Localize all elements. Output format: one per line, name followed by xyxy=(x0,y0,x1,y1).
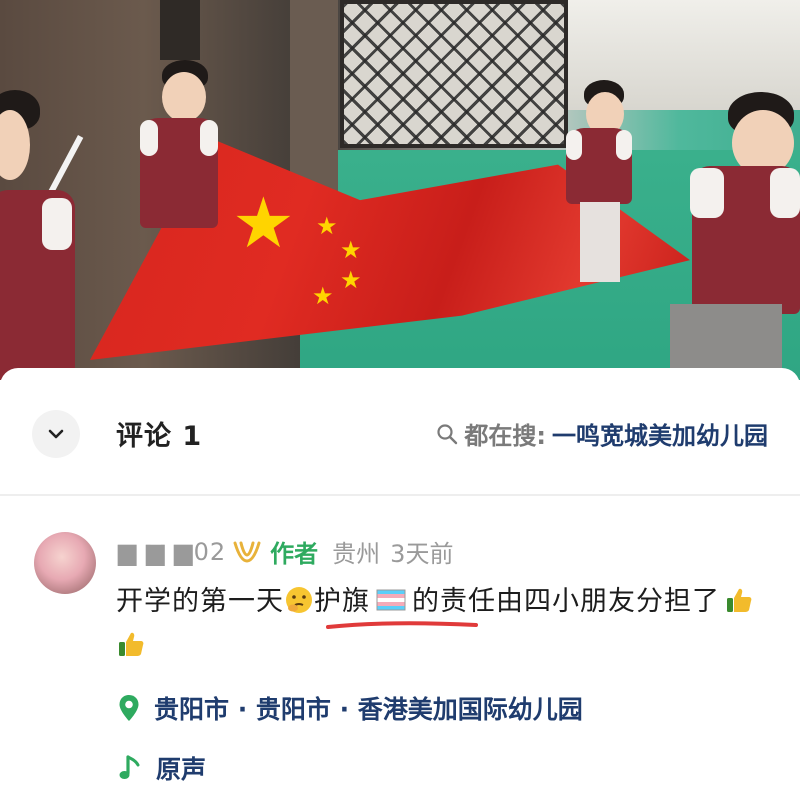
flag-small-star: ★ xyxy=(316,212,338,240)
avatar[interactable] xyxy=(34,532,96,594)
comments-header: 评论 1 都在搜: 一鸣宽城美加幼儿园 xyxy=(0,368,800,496)
comment-meta: ▆ ▆ ▆02 作者 贵州 3天前 xyxy=(118,534,453,569)
search-icon xyxy=(437,423,458,444)
child-back-right xyxy=(566,80,636,282)
comment-time: 3天前 xyxy=(390,540,454,568)
chevron-down-icon xyxy=(48,429,64,439)
gate-pillar xyxy=(290,0,338,200)
comment-text-part: 开学的第一天 xyxy=(116,586,284,617)
user-badge-icon xyxy=(233,541,261,563)
music-note-icon xyxy=(119,755,140,779)
poi-label: 贵阳市 · 贵阳市 · 香港美加国际幼儿园 xyxy=(154,695,583,724)
child-right xyxy=(670,92,800,380)
sound-link[interactable]: 原声 xyxy=(118,750,206,786)
comment-text-part: 的责任由四小朋友分担了 xyxy=(412,586,720,617)
red-underline-mark xyxy=(326,621,478,629)
author-badge: 作者 xyxy=(270,540,319,568)
flag-small-star: ★ xyxy=(340,266,362,294)
search-prefix: 都在搜: xyxy=(464,422,546,450)
thumbs-up-icon xyxy=(119,632,144,656)
sound-label: 原声 xyxy=(156,755,207,784)
comments-panel: 评论 1 都在搜: 一鸣宽城美加幼儿园 ▆ ▆ ▆02 作者 贵州 3天前 开学… xyxy=(0,368,800,797)
thumbs-up-icon xyxy=(727,588,752,612)
flag-big-star: ★ xyxy=(232,182,295,264)
video-frame-photo[interactable]: ★ ★ ★ ★ ★ xyxy=(0,0,800,380)
header-divider xyxy=(0,494,800,496)
comment-location: 贵州 xyxy=(332,540,381,568)
search-term[interactable]: 一鸣宽城美加幼儿园 xyxy=(552,416,768,451)
comment-count-title: 评论 1 xyxy=(116,421,203,452)
doorway xyxy=(160,0,200,60)
map-pin-icon xyxy=(119,695,139,721)
metal-gate xyxy=(340,0,568,148)
comment-text-part: 护旗 xyxy=(314,586,370,617)
flag-small-star: ★ xyxy=(312,282,334,310)
hmm-emoji xyxy=(286,587,312,613)
poi-link[interactable]: 贵阳市 · 贵阳市 · 香港美加国际幼儿园 xyxy=(118,690,583,726)
child-back-left xyxy=(140,60,220,230)
username[interactable]: ▆ ▆ ▆02 xyxy=(118,538,226,566)
trans-flag-emoji xyxy=(376,589,406,611)
search-suggestion[interactable]: 都在搜: 一鸣宽城美加幼儿园 xyxy=(436,416,768,451)
child-left xyxy=(0,80,90,380)
collapse-button[interactable] xyxy=(32,410,80,458)
flag-small-star: ★ xyxy=(340,236,362,264)
